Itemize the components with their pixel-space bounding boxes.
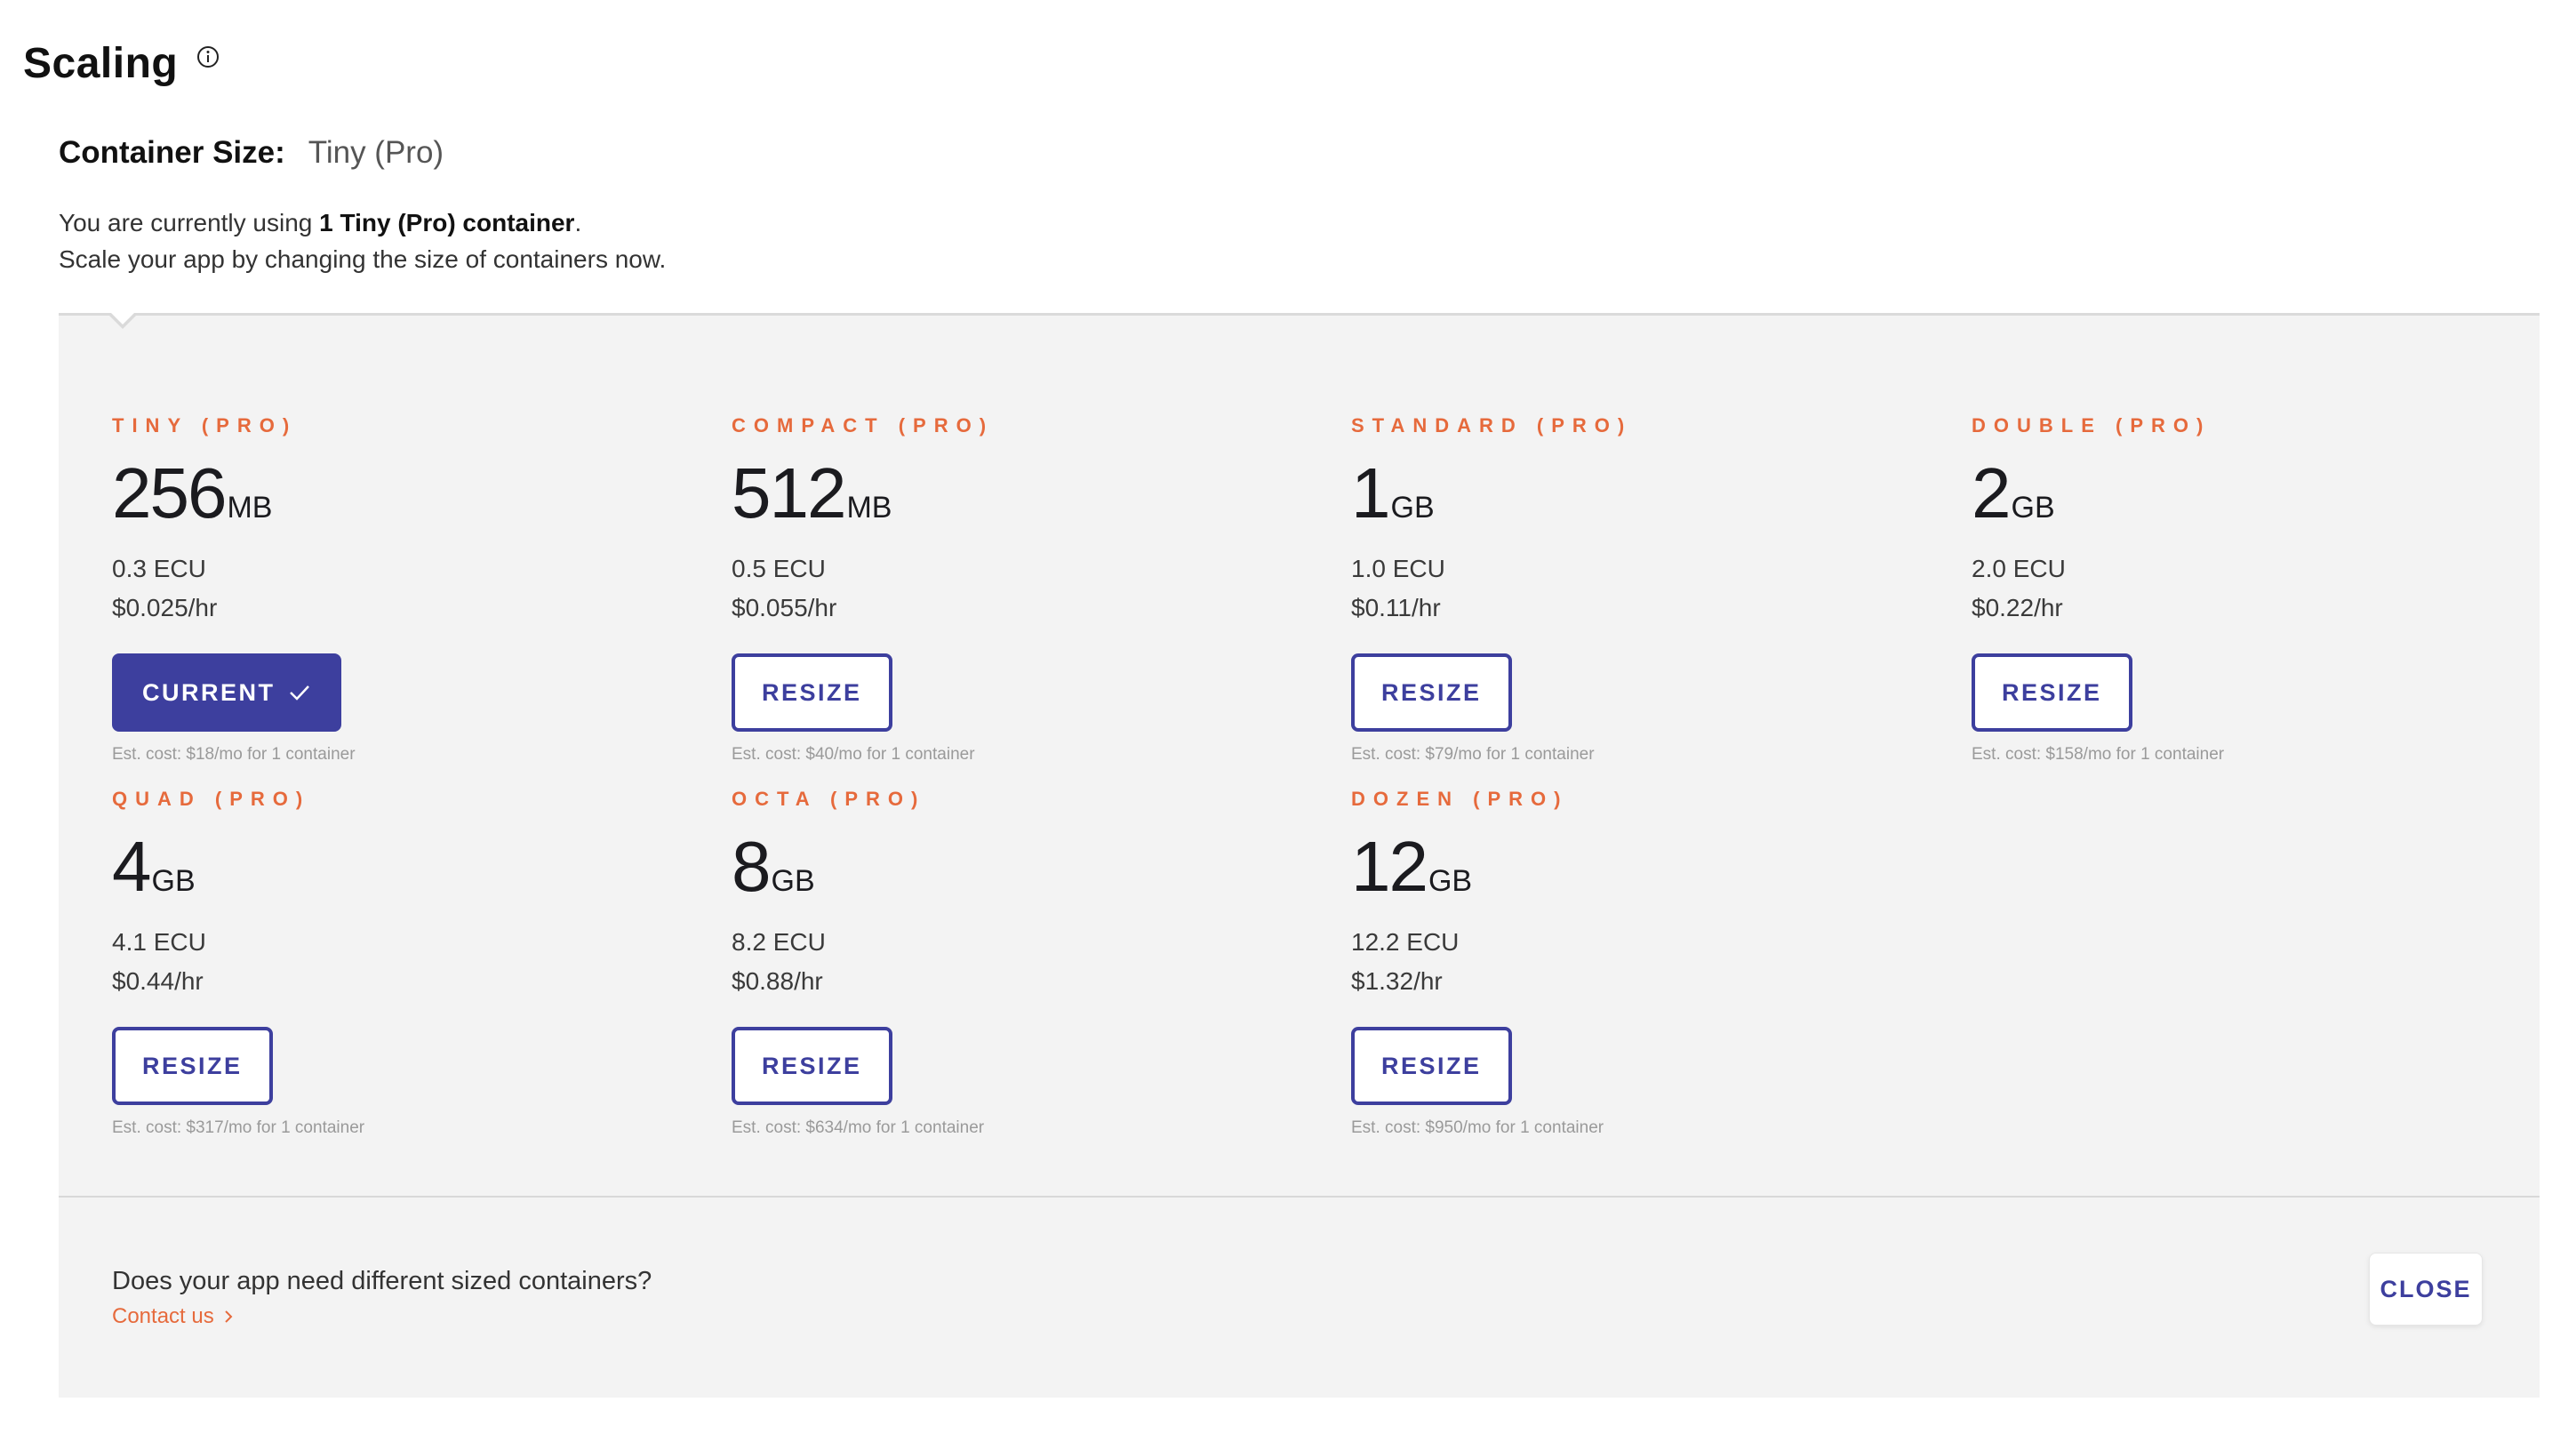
card-size-unit: GB (2011, 491, 2055, 525)
card-name: OCTA (PRO) (732, 788, 926, 810)
card-ecu: 0.3 ECU (112, 555, 206, 582)
card-size-unit: GB (771, 864, 815, 898)
container-size-label: Container Size: (59, 135, 285, 170)
card-price: $0.025/hr (112, 594, 218, 621)
intro-highlight: 1 Tiny (Pro) container (319, 209, 575, 236)
card-estimate: Est. cost: $40/mo for 1 container (732, 745, 975, 764)
card-size: 256 MB (112, 456, 645, 531)
card-price: $0.22/hr (1972, 594, 2063, 621)
card-estimate: Est. cost: $18/mo for 1 container (112, 745, 356, 764)
size-card-double: DOUBLE (PRO) 2 GB 2.0 ECU $0.22/hr RESIZE… (1972, 413, 2505, 765)
intro-suffix: . (574, 209, 582, 236)
scaling-panel: TINY (PRO) 256 MB 0.3 ECU $0.025/hr CURRE… (59, 311, 2540, 1398)
container-size-value: Tiny (Pro) (308, 135, 444, 170)
card-name: DOZEN (PRO) (1351, 788, 1569, 810)
card-name: QUAD (PRO) (112, 788, 311, 810)
card-size-unit: GB (1428, 864, 1473, 898)
info-circle-icon[interactable] (196, 44, 220, 69)
card-size-unit: MB (846, 491, 892, 525)
card-estimate: Est. cost: $79/mo for 1 container (1351, 745, 1595, 764)
card-size-unit: GB (151, 864, 196, 898)
card-size: 2 GB (1972, 456, 2505, 531)
card-size-number: 12 (1351, 827, 1428, 906)
card-size: 12 GB (1351, 829, 1884, 904)
page-title: Scaling (23, 40, 179, 87)
intro-line-2: Scale your app by changing the size of c… (59, 245, 667, 273)
card-name: DOUBLE (PRO) (1972, 414, 2212, 437)
card-size-unit: GB (1390, 491, 1435, 525)
card-ecu: 12.2 ECU (1351, 928, 1460, 956)
card-price: $0.11/hr (1351, 594, 1441, 621)
card-size-number: 1 (1351, 453, 1390, 533)
card-size-number: 256 (112, 453, 227, 533)
card-name: TINY (PRO) (112, 414, 298, 437)
size-card-tiny: TINY (PRO) 256 MB 0.3 ECU $0.025/hr CURRE… (112, 413, 645, 765)
card-estimate: Est. cost: $950/mo for 1 container (1351, 1118, 1604, 1137)
card-size-number: 512 (732, 453, 846, 533)
card-price: $0.055/hr (732, 594, 837, 621)
chevron-right-icon (225, 1310, 233, 1323)
resize-button[interactable]: RESIZE (732, 1027, 892, 1105)
card-estimate: Est. cost: $317/mo for 1 container (112, 1118, 365, 1137)
size-card-dozen: DOZEN (PRO) 12 GB 12.2 ECU $1.32/hr RESIZ… (1351, 787, 1884, 1139)
button-label: CURRENT (142, 678, 276, 706)
intro-text: You are currently using 1 Tiny (Pro) con… (59, 204, 666, 277)
check-icon (289, 685, 309, 701)
footer-question: Does your app need different sized conta… (112, 1267, 652, 1295)
resize-button[interactable]: RESIZE (1351, 653, 1512, 732)
current-button[interactable]: CURRENT (112, 653, 341, 732)
card-ecu: 2.0 ECU (1972, 555, 2066, 582)
card-ecu: 8.2 ECU (732, 928, 826, 956)
card-size-number: 4 (112, 827, 151, 906)
card-estimate: Est. cost: $158/mo for 1 container (1972, 745, 2225, 764)
card-estimate: Est. cost: $634/mo for 1 container (732, 1118, 985, 1137)
resize-button[interactable]: RESIZE (1972, 653, 2132, 732)
size-card-standard: STANDARD (PRO) 1 GB 1.0 ECU $0.11/hr RESI… (1351, 413, 1884, 765)
card-price: $1.32/hr (1351, 967, 1443, 995)
card-size: 512 MB (732, 456, 1265, 531)
card-ecu: 1.0 ECU (1351, 555, 1445, 582)
resize-button[interactable]: RESIZE (1351, 1027, 1512, 1105)
container-size-row: Container Size: Tiny (Pro) (59, 135, 444, 171)
card-ecu: 4.1 ECU (112, 928, 206, 956)
size-card-compact: COMPACT (PRO) 512 MB 0.5 ECU $0.055/hr RE… (732, 413, 1265, 765)
close-button[interactable]: CLOSE (2369, 1253, 2483, 1326)
card-price: $0.44/hr (112, 967, 204, 995)
card-name: COMPACT (PRO) (732, 414, 995, 437)
card-size-unit: MB (227, 491, 273, 525)
size-card-octa: OCTA (PRO) 8 GB 8.2 ECU $0.88/hr RESIZE E… (732, 787, 1265, 1139)
intro-line-1: You are currently using 1 Tiny (Pro) con… (59, 204, 666, 241)
panel-caret (107, 311, 139, 329)
card-name: STANDARD (PRO) (1351, 414, 1633, 437)
card-size: 8 GB (732, 829, 1265, 904)
intro-prefix: You are currently using (59, 209, 320, 236)
resize-button[interactable]: RESIZE (732, 653, 892, 732)
card-ecu: 0.5 ECU (732, 555, 826, 582)
card-price: $0.88/hr (732, 967, 823, 995)
card-size-number: 8 (732, 827, 771, 906)
page-header: Scaling (23, 36, 220, 92)
size-card-quad: QUAD (PRO) 4 GB 4.1 ECU $0.44/hr RESIZE E… (112, 787, 645, 1139)
footer-divider (59, 1196, 2540, 1198)
resize-button[interactable]: RESIZE (112, 1027, 273, 1105)
card-size: 1 GB (1351, 456, 1884, 531)
card-size: 4 GB (112, 829, 645, 904)
contact-us-link[interactable]: Contact us (112, 1304, 234, 1329)
contact-us-label: Contact us (112, 1304, 214, 1328)
card-size-number: 2 (1972, 453, 2011, 533)
